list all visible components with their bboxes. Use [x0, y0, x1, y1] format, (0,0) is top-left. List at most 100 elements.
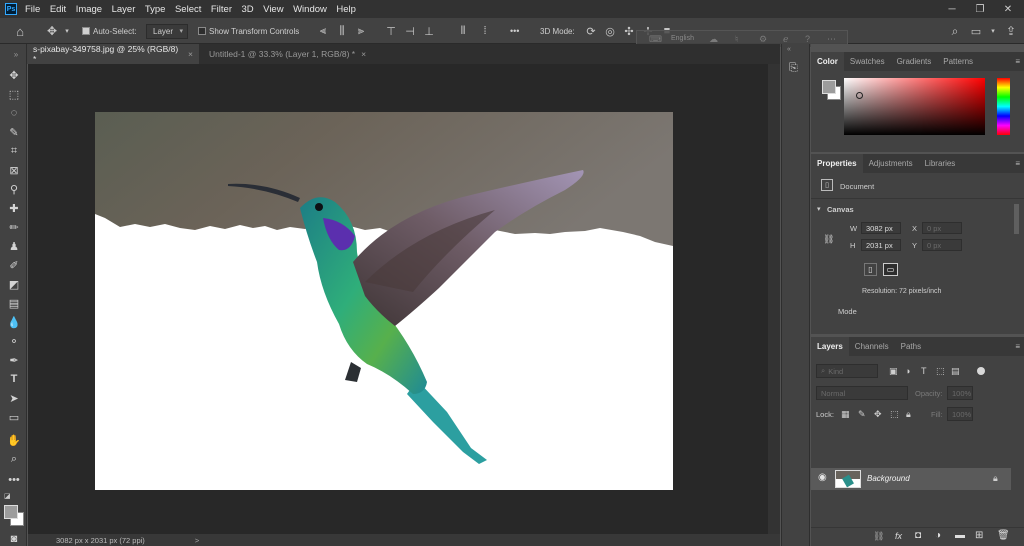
lock-position-icon[interactable]: ✥ — [874, 409, 882, 420]
tab-layers[interactable]: Layers — [811, 337, 849, 356]
crop-icon[interactable]: ⌗ — [6, 143, 22, 159]
clone-stamp-icon[interactable]: ♟ — [6, 238, 22, 254]
menu-image[interactable]: Image — [76, 4, 102, 15]
align-middle-icon[interactable]: ⊣ — [403, 24, 417, 38]
healing-brush-icon[interactable]: ✚ — [6, 200, 22, 216]
path-selection-icon[interactable]: ➤ — [6, 390, 22, 406]
move-icon[interactable]: ✥ — [6, 67, 22, 83]
color-foreground-swatch[interactable] — [822, 80, 836, 94]
tab-document-1[interactable]: s-pixabay-349758.jpg @ 25% (RGB/8) * × — [27, 44, 199, 64]
visibility-eye-icon[interactable]: ◉ — [818, 472, 827, 483]
history-panel-icon[interactable]: ⎘ — [789, 62, 798, 75]
auto-select-checkbox[interactable]: Auto-Select: — [82, 18, 137, 44]
foreground-color-swatch[interactable] — [4, 505, 18, 519]
minimize-button[interactable]: ─ — [938, 0, 966, 18]
lasso-icon[interactable]: ◌ — [6, 105, 22, 121]
home-icon[interactable]: ⌂ — [13, 24, 27, 39]
filter-type-icon[interactable]: T — [921, 366, 927, 376]
rectangle-icon[interactable]: ▭ — [6, 409, 22, 425]
picker-cursor-icon[interactable] — [856, 92, 863, 99]
auto-select-target-select[interactable]: Layer — [146, 23, 189, 39]
properties-scrollbar[interactable] — [1014, 204, 1019, 234]
align-center-icon[interactable]: ⫼ — [335, 24, 349, 38]
edit-toolbar-icon[interactable]: ••• — [6, 472, 22, 488]
close-tab-icon[interactable]: × — [188, 49, 193, 59]
show-transform-controls-checkbox[interactable]: Show Transform Controls — [198, 18, 299, 44]
menu-edit[interactable]: Edit — [50, 4, 66, 15]
status-arrow-icon[interactable]: > — [195, 536, 199, 545]
tab-gradients[interactable]: Gradients — [891, 52, 938, 71]
menu-type[interactable]: Type — [145, 4, 166, 15]
mask-icon[interactable]: ◘ — [915, 530, 921, 541]
expand-panels-icon[interactable]: « — [787, 46, 791, 53]
menu-file[interactable]: File — [25, 4, 40, 15]
restore-button[interactable]: ❐ — [966, 0, 994, 18]
brush-icon[interactable]: ✏ — [6, 219, 22, 235]
move-tool-icon[interactable]: ✥ — [45, 24, 59, 38]
fill-field[interactable]: 100% — [947, 407, 973, 421]
menu-window[interactable]: Window — [293, 4, 327, 15]
menu-3d[interactable]: 3D — [242, 4, 254, 15]
menu-filter[interactable]: Filter — [211, 4, 232, 15]
workspace-icon[interactable]: ▭ — [969, 24, 983, 38]
landscape-orientation-icon[interactable]: ▭ — [883, 263, 898, 276]
tab-document-2[interactable]: Untitled-1 @ 33.3% (Layer 1, RGB/8) * × — [203, 44, 381, 64]
history-brush-icon[interactable]: ✐ — [6, 257, 22, 273]
folder-icon[interactable]: ▬ — [955, 530, 965, 541]
default-colors-icon[interactable]: ◪ — [4, 492, 12, 500]
collapse-icon[interactable]: » — [8, 46, 24, 62]
share-icon[interactable]: ⇪ — [1004, 24, 1018, 38]
trash-icon[interactable]: 🗑︎ — [997, 530, 1010, 541]
filter-shape-icon[interactable]: ⬚ — [936, 366, 945, 377]
eraser-icon[interactable]: ◩ — [6, 276, 22, 292]
panel-menu-icon[interactable]: ≡ — [1015, 342, 1020, 351]
drag-3d-icon[interactable]: ✣ — [622, 24, 636, 38]
blend-mode-select[interactable]: Normal — [816, 386, 908, 400]
align-left-icon[interactable]: ⫷ — [316, 24, 330, 38]
panel-menu-icon[interactable]: ≡ — [1015, 159, 1020, 168]
marquee-icon[interactable]: ⬚ — [6, 86, 22, 102]
gradient-icon[interactable]: ▤ — [6, 295, 22, 311]
workspace-chevron-icon[interactable]: ▾ — [986, 24, 1000, 38]
align-top-icon[interactable]: ⊤ — [384, 24, 398, 38]
document-image[interactable] — [95, 112, 673, 490]
lock-transparent-icon[interactable]: ▦ — [841, 409, 850, 420]
fx-icon[interactable]: fx — [895, 531, 902, 541]
layer-filter-kind[interactable]: ⌕ Kind — [816, 364, 878, 378]
tab-paths[interactable]: Paths — [895, 337, 927, 356]
pen-icon[interactable]: ✒ — [6, 352, 22, 368]
canvas-collapse-icon[interactable]: ▾ — [817, 205, 821, 213]
blur-icon[interactable]: 💧 — [6, 314, 22, 330]
tab-color[interactable]: Color — [811, 52, 844, 71]
lock-image-icon[interactable]: ✎ — [858, 409, 866, 420]
chevron-down-icon[interactable]: ▾ — [60, 24, 74, 38]
zoom-icon[interactable]: ⌕ — [6, 451, 22, 467]
hue-slider[interactable] — [997, 78, 1010, 135]
frame-icon[interactable]: ⊠ — [6, 162, 22, 178]
tab-channels[interactable]: Channels — [849, 337, 895, 356]
align-right-icon[interactable]: ⫸ — [354, 24, 368, 38]
search-icon[interactable]: ⌕ — [948, 24, 962, 38]
lock-all-icon[interactable]: 🔒︎ — [906, 409, 911, 420]
distribute-spacing-icon[interactable]: ⁞ — [478, 24, 492, 38]
tab-properties[interactable]: Properties — [811, 154, 863, 173]
opacity-field[interactable]: 100% — [947, 386, 973, 400]
filter-adjustment-icon[interactable]: ◑ — [905, 366, 910, 376]
layer-lock-icon[interactable]: 🔒︎ — [993, 473, 998, 484]
menu-help[interactable]: Help — [336, 4, 356, 15]
tab-swatches[interactable]: Swatches — [844, 52, 891, 71]
roll-3d-icon[interactable]: ◎ — [603, 24, 617, 38]
lock-artboard-icon[interactable]: ⬚ — [890, 409, 899, 420]
quick-selection-icon[interactable]: ✎ — [6, 124, 22, 140]
dodge-icon[interactable]: ⚬ — [6, 333, 22, 349]
link-dimensions-icon[interactable]: ⛓ — [823, 234, 834, 245]
link-layers-icon[interactable]: ⛓ — [873, 531, 884, 542]
align-bottom-icon[interactable]: ⊥ — [422, 24, 436, 38]
panel-menu-icon[interactable]: ≡ — [1015, 57, 1020, 66]
hand-icon[interactable]: ✋ — [6, 432, 22, 448]
menu-layer[interactable]: Layer — [112, 4, 136, 15]
layer-row-background[interactable]: ◉ Background 🔒︎ — [811, 468, 1011, 490]
adjustment-icon[interactable]: ◑ — [935, 530, 941, 541]
x-field[interactable]: 0 px — [922, 222, 962, 234]
orbit-3d-icon[interactable]: ⟳ — [584, 24, 598, 38]
